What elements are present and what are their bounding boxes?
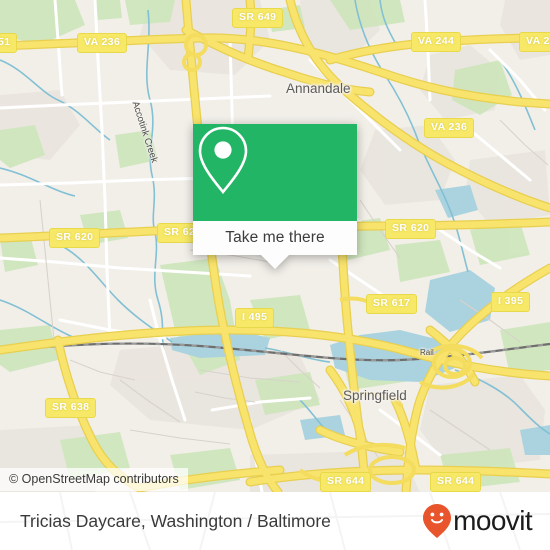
page-title: Tricias Daycare, Washington / Baltimore [20,510,331,531]
road-shield-sr-620-west[interactable]: SR 620 [49,228,101,248]
rail-label: Rail [420,348,434,357]
road-shield-va-24-edge[interactable]: VA 24 [519,32,550,52]
place-label-annandale: Annandale [286,81,351,96]
road-shield-i-395[interactable]: I 395 [491,292,531,312]
popup-tail [261,255,289,269]
map-attribution[interactable]: © OpenStreetMap contributors [0,468,188,491]
map-popup-take-me-there[interactable]: Take me there [193,124,357,269]
road-shield-sr-638[interactable]: SR 638 [45,398,97,418]
moovit-wordmark: moovit [453,505,532,536]
road-shield-va-244[interactable]: VA 244 [411,32,462,52]
take-me-there-label: Take me there [225,229,325,246]
map-canvas[interactable]: Annandale Springfield Accotink Creek Rai… [0,0,550,492]
place-label-springfield: Springfield [343,388,407,403]
road-shield-sr-644-west[interactable]: SR 644 [320,472,372,492]
road-shield-sr-649[interactable]: SR 649 [232,8,284,28]
footer-bar: Tricias Daycare, Washington / Baltimore … [0,492,550,550]
road-shield-51-edge[interactable]: 51 [0,33,18,53]
moovit-brand[interactable]: moovit [422,503,533,539]
road-shield-va-236-east[interactable]: VA 236 [424,118,475,138]
road-shield-sr-644-east[interactable]: SR 644 [430,472,482,492]
moovit-map-screen: Annandale Springfield Accotink Creek Rai… [0,0,550,550]
location-pin-icon [198,126,248,195]
road-shield-sr-620-east[interactable]: SR 620 [385,219,437,239]
road-shield-va-236-west[interactable]: VA 236 [77,33,128,53]
road-shield-i-495[interactable]: I 495 [235,308,275,328]
road-shield-sr-617[interactable]: SR 617 [366,294,418,314]
popup-action-bar[interactable]: Take me there [193,221,357,255]
moovit-smiley-pin-icon [423,504,452,538]
popup-pin-panel [193,124,357,221]
